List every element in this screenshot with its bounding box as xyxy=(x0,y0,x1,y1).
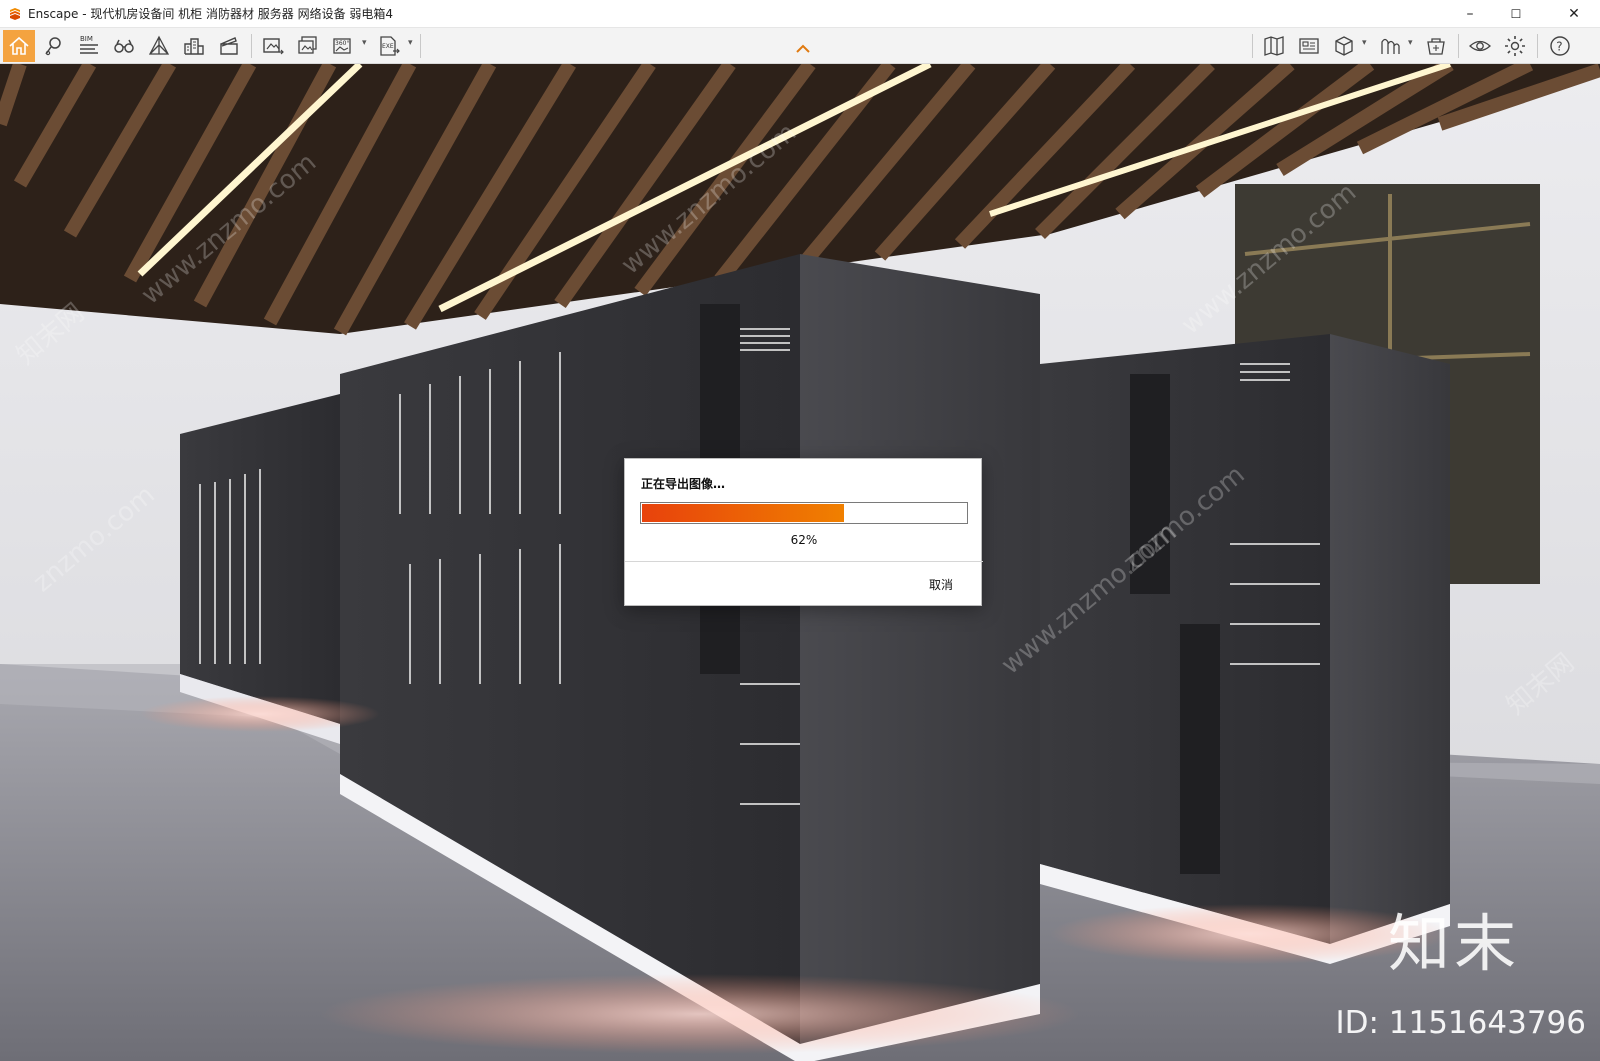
panorama-icon: 360° xyxy=(333,38,351,54)
asset-library-button[interactable] xyxy=(1374,30,1406,62)
dialog-divider xyxy=(625,561,983,562)
maximize-button[interactable]: ☐ xyxy=(1493,0,1539,28)
progress-fill xyxy=(642,504,844,522)
watermark-id: ID: 1151643796 xyxy=(1335,1005,1586,1041)
cancel-button[interactable]: 取消 xyxy=(921,571,961,597)
toolbar-separator xyxy=(251,34,252,58)
visibility-icon xyxy=(1469,40,1491,52)
home-icon xyxy=(9,36,29,55)
svg-text:EXE: EXE xyxy=(382,43,394,50)
binoculars-button[interactable] xyxy=(108,30,140,62)
toolbar-separator xyxy=(420,34,421,58)
map-icon xyxy=(1264,36,1284,56)
cube-button[interactable] xyxy=(1328,30,1360,62)
enscape-logo-icon xyxy=(10,7,20,20)
panorama-dropdown-icon[interactable]: ▾ xyxy=(362,38,367,48)
close-button[interactable]: ✕ xyxy=(1548,0,1600,28)
title-bar: Enscape - 现代机房设备间 机柜 消防器材 服务器 网络设备 弱电箱4 … xyxy=(0,0,1600,28)
screenshot-button[interactable] xyxy=(257,30,289,62)
visibility-button[interactable] xyxy=(1464,30,1496,62)
enscape-window: Enscape - 现代机房设备间 机柜 消防器材 服务器 网络设备 弱电箱4 … xyxy=(0,0,1600,1061)
clapperboard-icon xyxy=(220,37,238,55)
bim-button[interactable]: BIM xyxy=(73,30,105,62)
screenshot-icon xyxy=(263,38,284,55)
views-button[interactable] xyxy=(1293,30,1325,62)
toolbar-separator xyxy=(1458,34,1459,58)
material-button[interactable] xyxy=(1420,30,1452,62)
dialog-title: 正在导出图像… xyxy=(641,477,726,491)
asset-dropdown-icon[interactable]: ▾ xyxy=(1408,38,1413,48)
batch-render-icon xyxy=(298,36,317,54)
export-progress-bar xyxy=(640,502,968,524)
asset-library-icon xyxy=(1381,38,1400,54)
buildings-button[interactable] xyxy=(178,30,210,62)
watermark-logo: 知末 xyxy=(1387,907,1520,980)
toolbar-separator xyxy=(1252,34,1253,58)
help-button[interactable]: ? xyxy=(1544,30,1576,62)
close-icon: ✕ xyxy=(1568,6,1580,22)
cube-dropdown-icon[interactable]: ▾ xyxy=(1362,38,1367,48)
progress-percent: 62% xyxy=(790,533,818,547)
material-icon xyxy=(1427,38,1445,55)
collapse-toolbar-icon[interactable] xyxy=(795,44,811,54)
bim-icon: BIM xyxy=(80,35,98,54)
exe-export-button[interactable]: EXE xyxy=(373,30,405,62)
settings-icon xyxy=(1505,36,1525,56)
svg-text:BIM: BIM xyxy=(80,35,93,43)
map-button[interactable] xyxy=(1258,30,1290,62)
location-pin-icon xyxy=(45,37,61,56)
svg-text:?: ? xyxy=(1556,40,1562,54)
panorama-button[interactable]: 360° xyxy=(327,30,359,62)
window-title: Enscape - 现代机房设备间 机柜 消防器材 服务器 网络设备 弱电箱4 xyxy=(28,7,394,21)
walk-mode-button[interactable] xyxy=(38,30,70,62)
toolbar-separator xyxy=(1537,34,1538,58)
exe-export-icon: EXE xyxy=(380,36,400,56)
home-button[interactable] xyxy=(3,30,35,62)
video-editor-button[interactable] xyxy=(213,30,245,62)
settings-button[interactable] xyxy=(1499,30,1531,62)
maximize-icon: ☐ xyxy=(1510,7,1522,21)
svg-text:360°: 360° xyxy=(335,40,349,47)
views-icon xyxy=(1299,38,1319,54)
buildings-icon xyxy=(184,38,204,55)
export-progress-dialog: 正在导出图像… 62% 取消 xyxy=(624,458,983,606)
binoculars-icon xyxy=(114,39,134,53)
minimize-button[interactable]: – xyxy=(1447,0,1493,28)
perspective-icon xyxy=(148,35,170,55)
minimize-icon: – xyxy=(1466,6,1474,22)
cube-icon xyxy=(1335,36,1353,56)
export-dropdown-icon[interactable]: ▾ xyxy=(408,38,413,48)
perspective-button[interactable] xyxy=(143,30,175,62)
batch-render-button[interactable] xyxy=(292,30,324,62)
help-icon: ? xyxy=(1550,36,1570,56)
